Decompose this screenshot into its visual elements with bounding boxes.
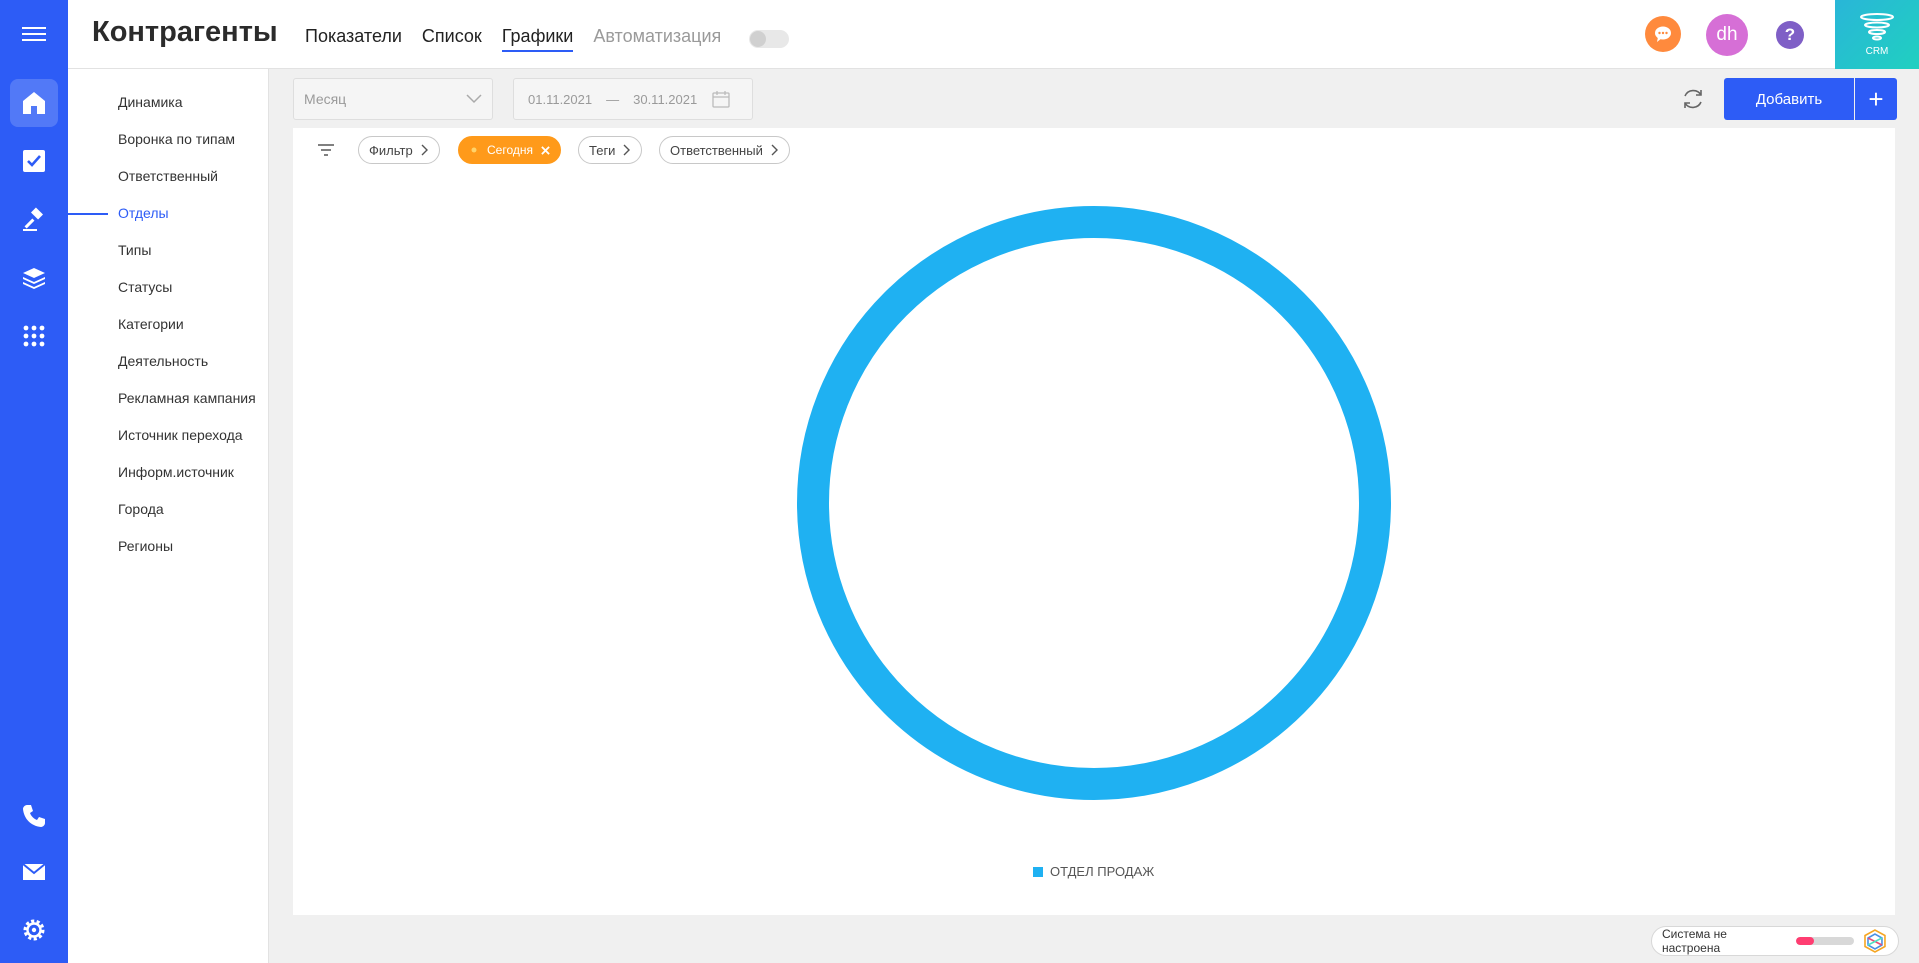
legend-label: ОТДЕЛ ПРОДАЖ (1050, 864, 1155, 879)
settings-gear-icon (23, 919, 45, 941)
rail-home-button[interactable] (10, 79, 58, 127)
date-to: 30.11.2021 (633, 91, 698, 107)
chart-types-menu: Динамика Воронка по типам Ответственный … (68, 69, 269, 963)
rail-tasks-button[interactable] (10, 137, 58, 185)
toggle-knob (750, 31, 766, 47)
mail-icon (22, 863, 46, 880)
menu-item-categories[interactable]: Категории (118, 316, 184, 332)
chevron-right-icon (623, 144, 631, 156)
phone-icon (23, 805, 45, 827)
sun-icon (471, 147, 477, 153)
system-status-text: Система не настроена (1662, 927, 1727, 955)
user-avatar[interactable]: dh (1706, 14, 1748, 56)
menu-item-ad-campaign[interactable]: Рекламная кампания (118, 390, 256, 406)
close-icon[interactable] (541, 145, 550, 155)
rail-legal-button[interactable] (10, 196, 58, 244)
setup-progress-bar (1796, 937, 1855, 945)
calendar-icon (712, 91, 730, 108)
setup-progress-fill (1796, 937, 1814, 945)
tags-chip-label: Теги (589, 142, 616, 158)
page-title: Контрагенты (92, 16, 278, 48)
chevron-down-icon (466, 94, 482, 104)
today-chip[interactable]: Сегодня (458, 136, 561, 164)
date-separator: — (606, 91, 620, 107)
menu-item-types[interactable]: Типы (118, 242, 151, 258)
menu-item-departments[interactable]: Отделы (118, 205, 169, 221)
menu-item-referral-source[interactable]: Источник перехода (118, 427, 243, 443)
colorful-hexagon-logo-icon (1864, 929, 1886, 953)
donut-chart (797, 206, 1391, 800)
rail-mail-button[interactable] (10, 848, 58, 896)
chart-panel: Фильтр Сегодня Теги Ответственный ОТДЕЛ … (293, 128, 1895, 915)
add-button[interactable]: Добавить (1724, 78, 1854, 120)
donut-slice[interactable] (797, 206, 1391, 800)
menu-item-info-source[interactable]: Информ.источник (118, 464, 234, 480)
refresh-icon[interactable] (1680, 86, 1706, 112)
menu-item-responsible[interactable]: Ответственный (118, 168, 218, 184)
menu-item-regions[interactable]: Регионы (118, 538, 173, 554)
tasks-check-icon (23, 150, 45, 172)
crm-logo-button[interactable]: CRM (1835, 0, 1919, 69)
rail-phone-button[interactable] (10, 792, 58, 840)
menu-item-dynamics[interactable]: Динамика (118, 94, 182, 110)
apps-grid-icon (23, 325, 45, 347)
filter-chip-label: Фильтр (369, 142, 413, 158)
crm-label: CRM (1865, 46, 1889, 57)
chat-bubble-icon (1655, 26, 1671, 42)
rail-layers-button[interactable] (10, 254, 58, 302)
system-status-widget[interactable]: Система не настроена (1651, 926, 1899, 956)
gavel-icon (23, 207, 44, 231)
period-select[interactable]: Месяц (293, 78, 493, 120)
rail-settings-button[interactable] (10, 906, 58, 954)
date-from: 01.11.2021 (528, 91, 593, 107)
tab-automation[interactable]: Автоматизация (593, 26, 721, 52)
hamburger-menu-button[interactable] (10, 10, 58, 58)
left-nav-rail (0, 0, 68, 963)
tab-list[interactable]: Список (422, 26, 482, 52)
chat-button[interactable] (1645, 16, 1681, 52)
chart-legend: ОТДЕЛ ПРОДАЖ (1033, 864, 1154, 879)
automation-toggle[interactable] (749, 30, 789, 48)
menu-item-statuses[interactable]: Статусы (118, 279, 172, 295)
layers-icon (23, 268, 45, 289)
tab-charts[interactable]: Графики (501, 26, 574, 52)
filter-chip[interactable]: Фильтр (358, 136, 440, 164)
chevron-right-icon (771, 144, 778, 156)
tab-indicators[interactable]: Показатели (305, 26, 402, 52)
date-range-picker[interactable]: 01.11.2021 — 30.11.2021 (513, 78, 753, 120)
menu-item-funnel-by-types[interactable]: Воронка по типам (118, 131, 235, 147)
filter-lines-icon[interactable] (317, 142, 335, 158)
period-select-value: Месяц (304, 91, 347, 107)
crm-tornado-icon (1860, 13, 1894, 41)
chevron-right-icon (421, 144, 428, 156)
menu-item-activity[interactable]: Деятельность (118, 353, 208, 369)
add-plus-button[interactable]: + (1855, 78, 1897, 120)
today-chip-label: Сегодня (487, 143, 533, 157)
home-icon (23, 92, 45, 114)
legend-swatch (1033, 866, 1043, 877)
menu-item-cities[interactable]: Города (118, 501, 164, 517)
view-tabs: Показатели Список Графики Автоматизация (305, 26, 721, 52)
active-menu-marker (68, 213, 108, 215)
responsible-chip-label: Ответственный (670, 142, 763, 158)
top-header: Контрагенты Показатели Список Графики Ав… (68, 0, 1919, 69)
menu-icon (22, 27, 46, 41)
responsible-chip[interactable]: Ответственный (659, 136, 790, 164)
rail-apps-button[interactable] (10, 312, 58, 360)
help-button[interactable]: ? (1776, 21, 1804, 49)
tags-chip[interactable]: Теги (578, 136, 643, 164)
